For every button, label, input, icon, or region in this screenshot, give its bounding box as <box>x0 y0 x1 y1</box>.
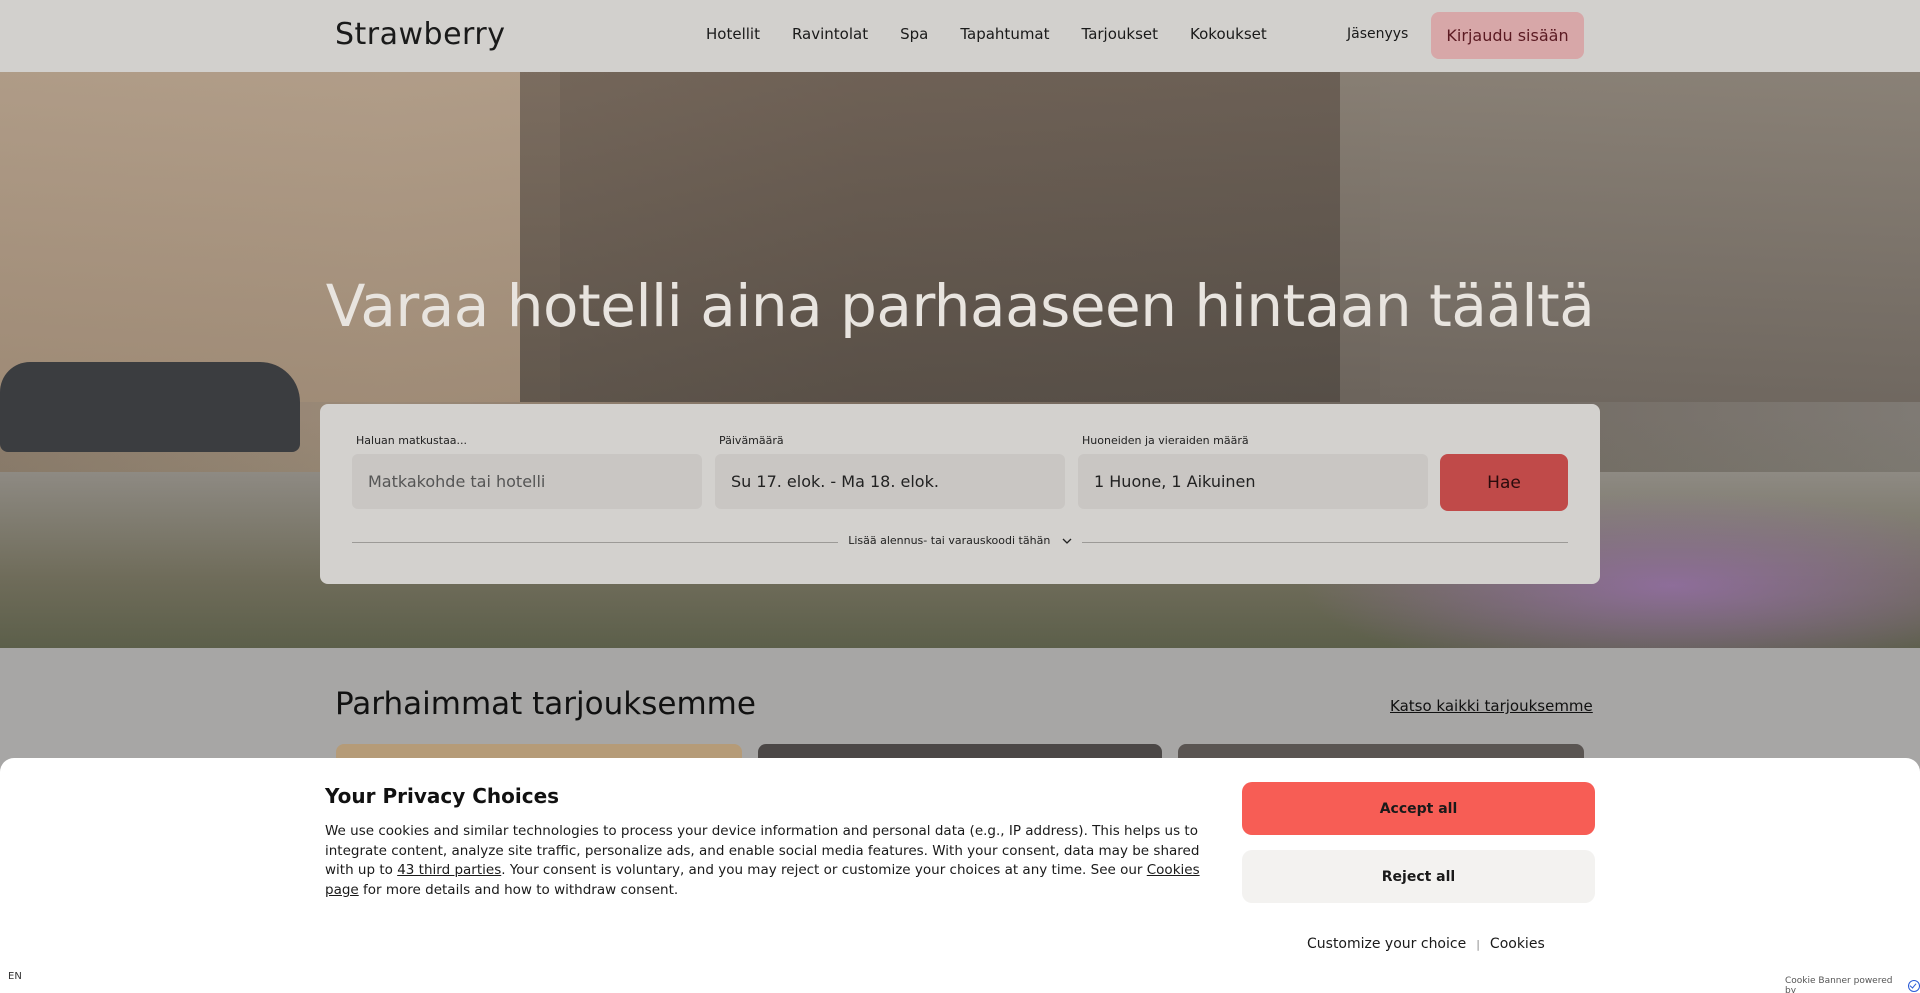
nav-item-restaurants[interactable]: Ravintolat <box>792 25 868 43</box>
date-picker[interactable]: Su 17. elok. - Ma 18. elok. <box>715 454 1065 509</box>
accept-all-button[interactable]: Accept all <box>1242 782 1595 835</box>
link-separator: | <box>1476 937 1480 951</box>
offers-title: Parhaimmat tarjouksemme <box>335 686 756 722</box>
hero-image-trees <box>520 72 1380 402</box>
nav-item-meetings[interactable]: Kokoukset <box>1190 25 1267 43</box>
cookie-secondary-links: Customize your choice | Cookies <box>1307 936 1545 952</box>
nav-item-offers[interactable]: Tarjoukset <box>1082 25 1159 43</box>
chevron-down-icon <box>1062 538 1072 544</box>
nav-item-spa[interactable]: Spa <box>900 25 928 43</box>
booking-search-panel: Haluan matkustaa... Matkakohde tai hotel… <box>320 404 1600 584</box>
hero-image-building-right <box>1340 72 1920 402</box>
cookie-banner-title: Your Privacy Choices <box>325 784 560 808</box>
cookie-text-part: for more details and how to withdraw con… <box>358 881 679 898</box>
cookie-text-part: . Your consent is voluntary, and you may… <box>501 862 1147 878</box>
login-button[interactable]: Kirjaudu sisään <box>1431 12 1584 59</box>
hero-title: Varaa hotelli aina parhaaseen hintaan tä… <box>325 272 1595 340</box>
main-nav: Hotellit Ravintolat Spa Tapahtumat Tarjo… <box>706 25 1267 43</box>
see-all-offers-link[interactable]: Katso kaikki tarjouksemme <box>1390 697 1593 715</box>
guests-selector[interactable]: 1 Huone, 1 Aikuinen <box>1078 454 1428 509</box>
hero-image-building-left <box>0 72 560 402</box>
guests-label: Huoneiden ja vieraiden määrä <box>1082 434 1249 447</box>
reject-all-button[interactable]: Reject all <box>1242 850 1595 903</box>
cookies-link[interactable]: Cookies <box>1490 936 1545 952</box>
cookie-banner-text: We use cookies and similar technologies … <box>325 822 1205 900</box>
verified-shield-icon <box>1908 980 1920 992</box>
hero-image-car <box>0 362 300 452</box>
search-button[interactable]: Hae <box>1440 454 1568 511</box>
destination-label: Haluan matkustaa... <box>356 434 468 447</box>
destination-input[interactable]: Matkakohde tai hotelli <box>352 454 702 509</box>
cookie-banner: Your Privacy Choices We use cookies and … <box>0 758 1920 993</box>
logo[interactable]: Strawberry <box>335 17 505 52</box>
powered-by: Cookie Banner powered by <box>1785 976 1920 993</box>
hero-section: Varaa hotelli aina parhaaseen hintaan tä… <box>0 72 1920 648</box>
nav-item-events[interactable]: Tapahtumat <box>960 25 1049 43</box>
promo-code-toggle[interactable]: Lisää alennus- tai varauskoodi tähän <box>320 534 1600 547</box>
date-label: Päivämäärä <box>719 434 784 447</box>
promo-code-label: Lisää alennus- tai varauskoodi tähän <box>848 534 1051 547</box>
customize-choice-link[interactable]: Customize your choice <box>1307 936 1466 952</box>
third-parties-link[interactable]: 43 third parties <box>397 862 501 878</box>
membership-link[interactable]: Jäsenyys <box>1347 26 1408 42</box>
site-header: Strawberry Hotellit Ravintolat Spa Tapah… <box>0 0 1920 72</box>
powered-by-text: Cookie Banner powered by <box>1785 976 1893 993</box>
nav-item-hotels[interactable]: Hotellit <box>706 25 760 43</box>
language-selector[interactable]: EN <box>8 971 22 982</box>
